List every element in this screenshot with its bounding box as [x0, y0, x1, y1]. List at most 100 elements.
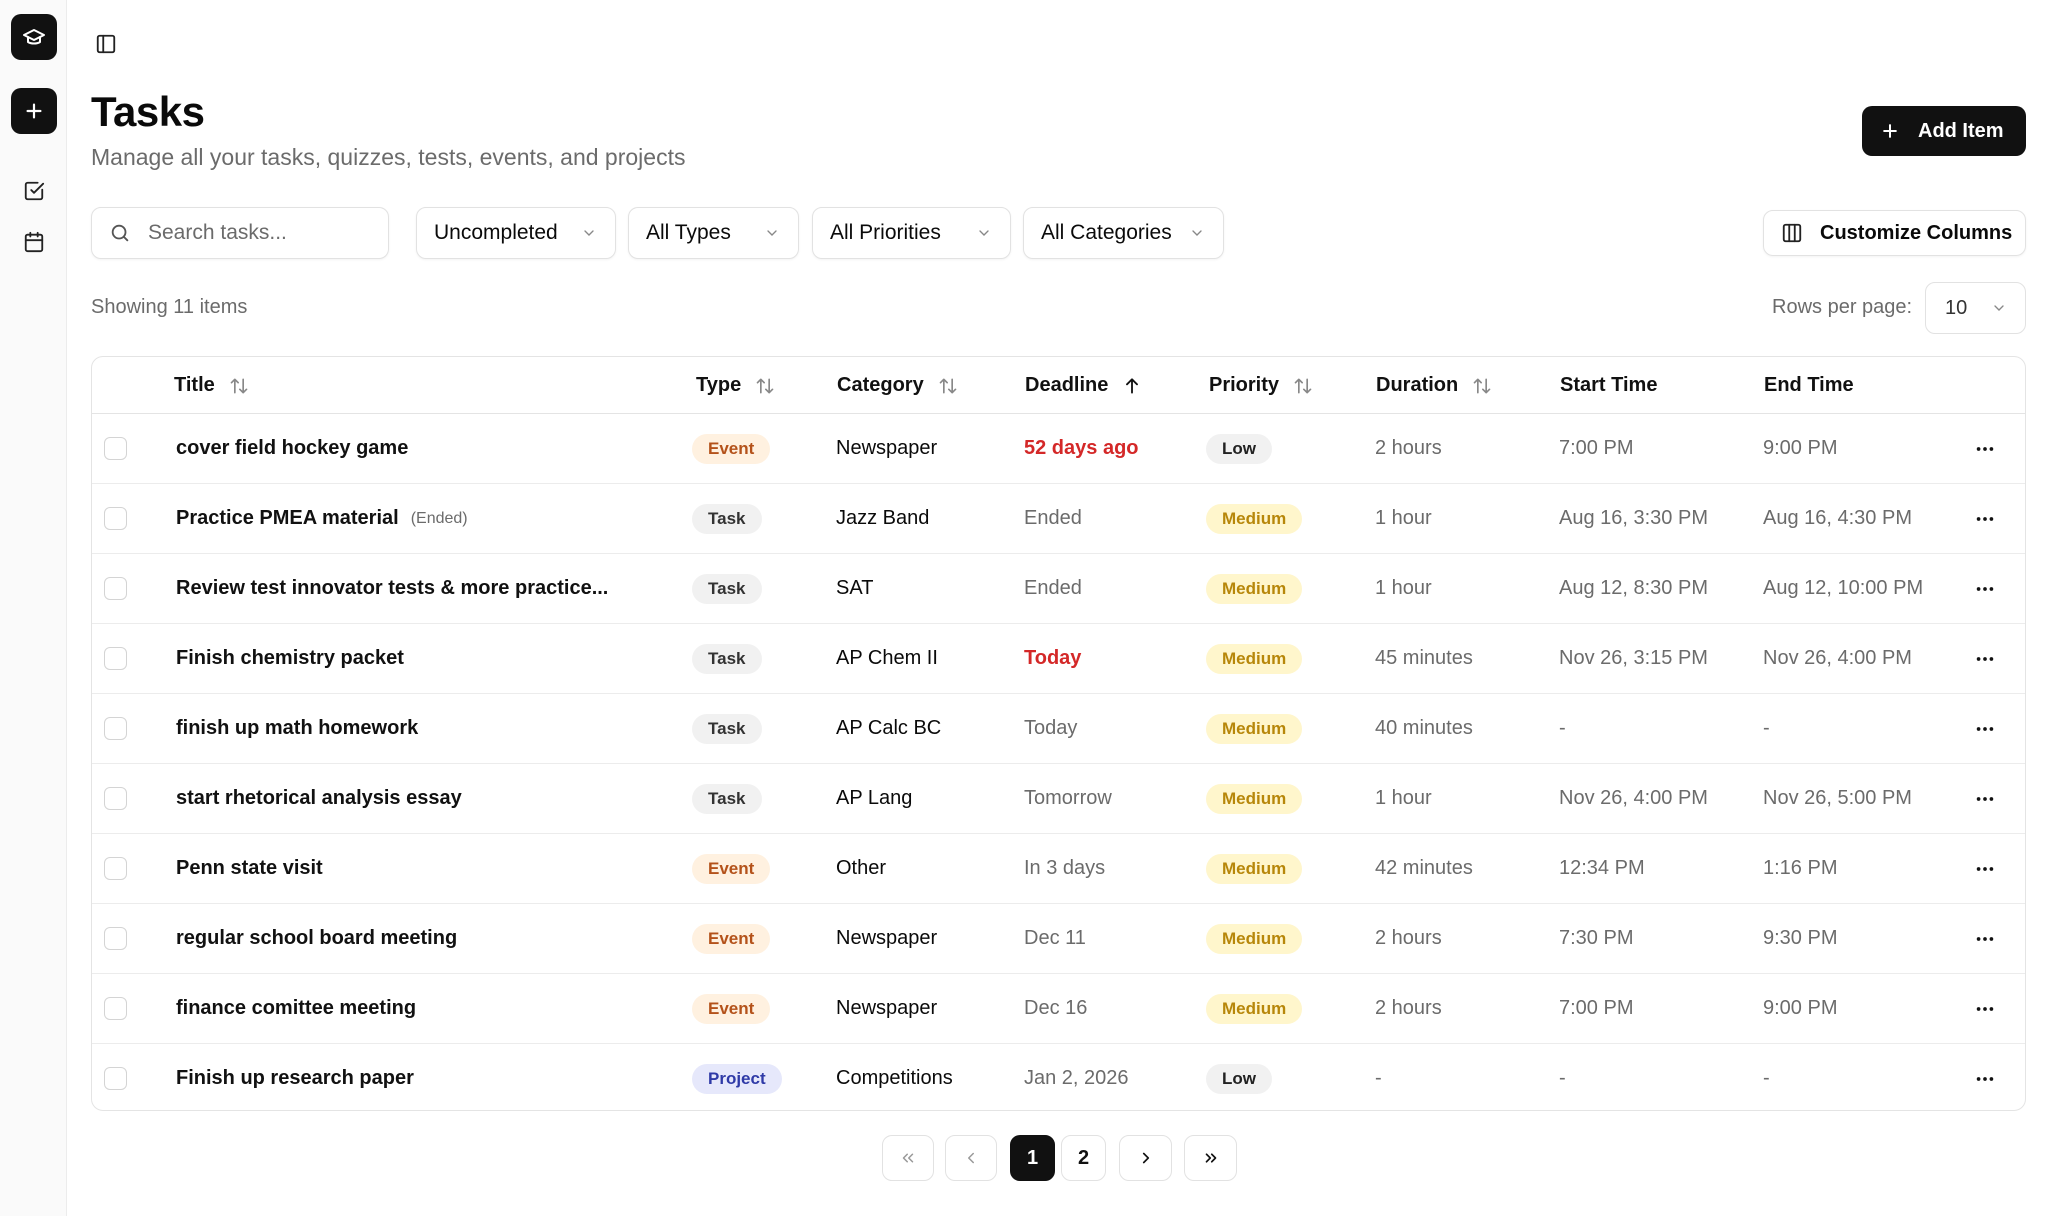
- type-badge: Task: [692, 783, 762, 814]
- row-actions-button[interactable]: [1972, 436, 1998, 462]
- start-time-cell: Aug 12, 8:30 PM: [1559, 577, 1708, 599]
- search-icon: [111, 224, 129, 242]
- task-title-cell[interactable]: regular school board meeting: [176, 904, 457, 973]
- more-horizontal-icon: [1976, 867, 1994, 871]
- row-checkbox[interactable]: [104, 997, 127, 1020]
- task-title-cell[interactable]: Review test innovator tests & more pract…: [176, 554, 608, 623]
- duration-cell: 45 minutes: [1375, 647, 1473, 669]
- column-header-type[interactable]: Type: [696, 357, 775, 414]
- plus-icon: [26, 103, 42, 119]
- row-actions-button[interactable]: [1972, 996, 1998, 1022]
- nav-tasks[interactable]: [21, 178, 47, 204]
- priority-cell: Medium: [1206, 484, 1303, 553]
- table-row[interactable]: finish up math homework Task AP Calc BC Tod…: [92, 694, 2025, 764]
- priority-cell: Medium: [1206, 904, 1303, 973]
- page-2-button[interactable]: 2: [1061, 1135, 1106, 1181]
- task-title-cell[interactable]: Penn state visit: [176, 834, 323, 903]
- column-header-category[interactable]: Category: [837, 357, 958, 414]
- last-page-button[interactable]: [1184, 1135, 1237, 1181]
- new-item-button[interactable]: [11, 88, 57, 134]
- row-checkbox[interactable]: [104, 647, 127, 670]
- table-row[interactable]: start rhetorical analysis essay Task AP La…: [92, 764, 2025, 834]
- nav-calendar[interactable]: [21, 229, 47, 255]
- more-horizontal-icon: [1976, 797, 1994, 801]
- start-time-cell: Nov 26, 3:15 PM: [1559, 647, 1708, 669]
- chevron-down-icon: [767, 230, 777, 236]
- table-row[interactable]: finance comittee meeting Event Newspaper De…: [92, 974, 2025, 1044]
- table-row[interactable]: Finish up research paper Project Competiti…: [92, 1044, 2025, 1110]
- task-title-cell[interactable]: finish up math homework: [176, 694, 418, 763]
- rows-per-page-select[interactable]: 10: [1925, 282, 2026, 334]
- search-box: [91, 207, 389, 259]
- customize-columns-button[interactable]: Customize Columns: [1763, 210, 2026, 256]
- table-row[interactable]: regular school board meeting Event Newspap…: [92, 904, 2025, 974]
- deadline-cell: Dec 16: [1024, 997, 1088, 1019]
- table-row[interactable]: cover field hockey game Event Newspaper 52 …: [92, 414, 2025, 484]
- task-title-cell[interactable]: cover field hockey game: [176, 414, 408, 483]
- category-cell: Newspaper: [836, 927, 938, 949]
- search-input[interactable]: [148, 221, 368, 245]
- row-actions-button[interactable]: [1972, 786, 1998, 812]
- row-checkbox[interactable]: [104, 1067, 127, 1090]
- row-actions-button[interactable]: [1972, 506, 1998, 532]
- type-cell: Event: [692, 974, 771, 1043]
- type-filter-select[interactable]: All Types: [628, 207, 799, 259]
- app-logo-button[interactable]: [11, 14, 57, 60]
- priority-cell: Medium: [1206, 624, 1303, 693]
- task-title-cell[interactable]: Finish up research paper: [176, 1044, 414, 1110]
- priority-badge: Medium: [1206, 993, 1303, 1024]
- sidebar-toggle-button[interactable]: [92, 30, 120, 58]
- chevron-down-icon: [584, 230, 594, 236]
- column-header-title[interactable]: Title: [174, 357, 249, 414]
- page-subtitle: Manage all your tasks, quizzes, tests, e…: [91, 144, 686, 170]
- row-checkbox[interactable]: [104, 507, 127, 530]
- duration-cell: 2 hours: [1375, 437, 1442, 459]
- task-title: cover field hockey game: [176, 437, 409, 459]
- category-filter-select[interactable]: All Categories: [1023, 207, 1224, 259]
- column-header-duration[interactable]: Duration: [1376, 357, 1492, 414]
- add-item-button[interactable]: Add Item: [1862, 106, 2026, 156]
- row-checkbox[interactable]: [104, 717, 127, 740]
- type-cell: Event: [692, 904, 771, 973]
- row-checkbox[interactable]: [104, 437, 127, 460]
- more-horizontal-icon: [1976, 937, 1994, 941]
- end-time-cell: Nov 26, 5:00 PM: [1763, 787, 1912, 809]
- row-actions-button[interactable]: [1972, 646, 1998, 672]
- row-checkbox[interactable]: [104, 577, 127, 600]
- row-checkbox[interactable]: [104, 927, 127, 950]
- task-title-cell[interactable]: finance comittee meeting: [176, 974, 416, 1043]
- duration-cell: 2 hours: [1375, 997, 1442, 1019]
- task-title: Practice PMEA material: [176, 507, 399, 529]
- row-actions-button[interactable]: [1972, 716, 1998, 742]
- previous-page-button[interactable]: [945, 1135, 997, 1181]
- table-row[interactable]: Penn state visit Event Other In 3 days Mediu…: [92, 834, 2025, 904]
- row-actions-button[interactable]: [1972, 576, 1998, 602]
- add-item-label: Add Item: [1918, 119, 2004, 142]
- task-title-cell[interactable]: Finish chemistry packet: [176, 624, 404, 693]
- type-badge: Event: [692, 923, 771, 954]
- column-header-priority[interactable]: Priority: [1209, 357, 1313, 414]
- priority-badge: Low: [1206, 433, 1272, 464]
- table-row[interactable]: Finish chemistry packet Task AP Chem II Tod…: [92, 624, 2025, 694]
- task-title: Finish up research paper: [176, 1067, 414, 1089]
- priority-filter-select[interactable]: All Priorities: [812, 207, 1011, 259]
- status-filter-select[interactable]: Uncompleted: [416, 207, 616, 259]
- page-1-button[interactable]: 1: [1010, 1135, 1055, 1181]
- table-row[interactable]: Review test innovator tests & more pract…: [92, 554, 2025, 624]
- row-actions-button[interactable]: [1972, 1066, 1998, 1092]
- more-horizontal-icon: [1976, 1007, 1994, 1011]
- column-header-end-time: End Time: [1764, 374, 1854, 396]
- next-page-button[interactable]: [1119, 1135, 1172, 1181]
- column-header-deadline[interactable]: Deadline: [1025, 357, 1142, 414]
- row-checkbox[interactable]: [104, 857, 127, 880]
- task-title-cell[interactable]: Practice PMEA material (Ended): [176, 484, 468, 553]
- chevron-down-icon: [979, 230, 989, 236]
- type-badge: Task: [692, 713, 762, 744]
- table-row[interactable]: Practice PMEA material (Ended) Task Jazz Ba…: [92, 484, 2025, 554]
- row-actions-button[interactable]: [1972, 856, 1998, 882]
- first-page-button[interactable]: [882, 1135, 934, 1181]
- row-actions-button[interactable]: [1972, 926, 1998, 952]
- task-title-cell[interactable]: start rhetorical analysis essay: [176, 764, 462, 833]
- category-cell: Other: [836, 857, 887, 879]
- row-checkbox[interactable]: [104, 787, 127, 810]
